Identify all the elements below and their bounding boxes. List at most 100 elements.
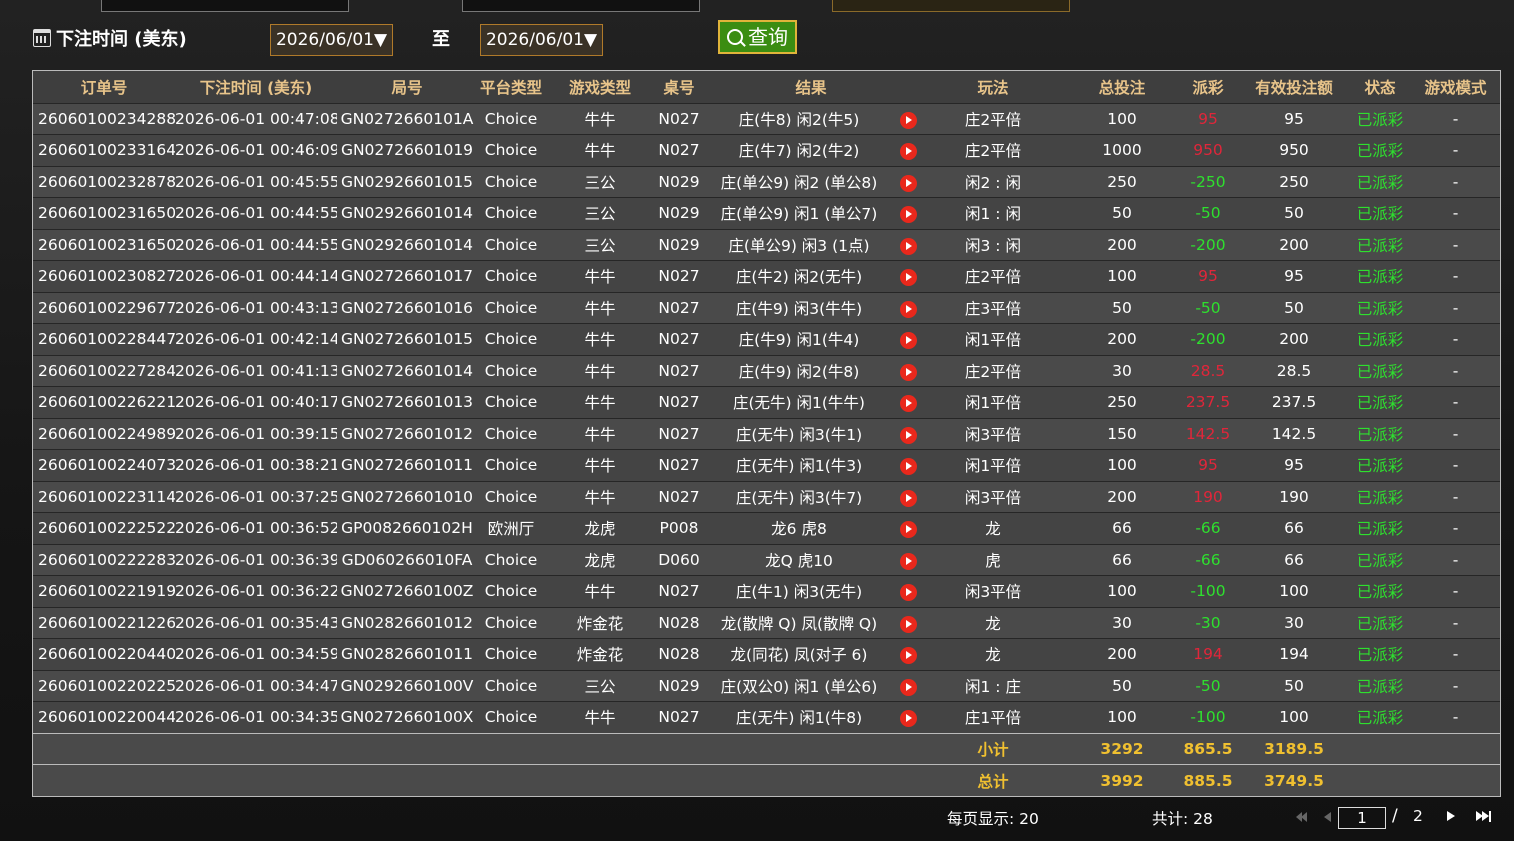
table-row: 260601002212267 2026-06-01 00:35:43 GN0282…	[33, 606, 1500, 639]
query-button[interactable]: 查询	[718, 20, 797, 54]
cell-bet: 100	[1067, 449, 1177, 481]
cell-time: 2026-06-01 00:46:09	[175, 134, 337, 166]
play-video-icon[interactable]	[900, 458, 917, 475]
cell-play: 庄2平倍	[919, 260, 1067, 292]
table-row: 260601002200441 2026-06-01 00:34:35 GN0272…	[33, 701, 1500, 733]
play-video-icon[interactable]	[900, 521, 917, 538]
play-video-icon[interactable]	[900, 363, 917, 381]
cell-table: N028	[655, 638, 703, 670]
cell-order: 260601002212267	[33, 606, 175, 639]
end-date-select[interactable]: 2026/06/01▼	[480, 24, 603, 56]
cell-result: 庄(牛1) 闲3(无牛)	[703, 575, 919, 607]
cell-mode: -	[1411, 165, 1500, 198]
play-video-icon[interactable]	[900, 678, 917, 696]
prev-page-icon[interactable]	[1324, 811, 1332, 823]
cell-table: N027	[655, 449, 703, 481]
cell-valid: 142.5	[1239, 417, 1349, 450]
cell-result: 庄(牛8) 闲2(牛5)	[703, 102, 919, 135]
play-video-icon[interactable]	[900, 111, 917, 129]
cell-payout: -200	[1177, 228, 1239, 261]
play-video-icon[interactable]	[900, 552, 917, 570]
cell-payout: 194	[1177, 638, 1239, 670]
page-number-input[interactable]: 1	[1338, 807, 1386, 829]
cell-order: 260601002328789	[33, 165, 175, 198]
cell-mode: -	[1411, 386, 1500, 418]
sum-cell	[337, 764, 477, 796]
play-video-icon[interactable]	[900, 206, 917, 223]
cell-status: 已派彩	[1349, 260, 1411, 292]
cell-valid: 950	[1239, 134, 1349, 166]
cell-result: 庄(无牛) 闲1(牛3)	[703, 449, 919, 481]
start-date-select[interactable]: 2026/06/01▼	[270, 24, 393, 56]
play-video-icon[interactable]	[900, 174, 917, 192]
play-video-icon[interactable]	[900, 710, 917, 727]
play-video-icon[interactable]	[900, 426, 917, 444]
column-header: 状态	[1349, 71, 1411, 103]
play-video-icon[interactable]	[900, 615, 917, 633]
cell-order: 260601002204403	[33, 638, 175, 670]
play-video-icon[interactable]	[900, 489, 917, 507]
cell-time: 2026-06-01 00:47:08	[175, 102, 337, 135]
cell-time: 2026-06-01 00:42:14	[175, 323, 337, 355]
cell-platform: 欧洲厅	[477, 512, 545, 544]
cell-table: N029	[655, 197, 703, 229]
cell-bet: 100	[1067, 260, 1177, 292]
calendar-icon	[33, 29, 51, 47]
sum-cell	[1349, 764, 1411, 796]
cell-round: GN02926601014	[337, 228, 477, 261]
top-input-1[interactable]	[101, 0, 349, 12]
play-video-icon[interactable]	[900, 143, 917, 160]
cell-platform: Choice	[477, 606, 545, 639]
table-row: 260601002225227 2026-06-01 00:36:52 GP0082…	[33, 512, 1500, 544]
cell-table: N029	[655, 165, 703, 198]
table-row: 260601002222833 2026-06-01 00:36:39 GD0602…	[33, 543, 1500, 576]
cell-result: 庄(牛2) 闲2(无牛)	[703, 260, 919, 292]
to-label: 至	[432, 29, 450, 50]
last-page-icon[interactable]	[1476, 810, 1490, 823]
top-input-2[interactable]	[462, 0, 700, 12]
next-page-icon[interactable]	[1447, 810, 1456, 823]
cell-play: 闲2 : 闲	[919, 165, 1067, 198]
sum-cell	[337, 732, 477, 765]
cell-payout: -50	[1177, 291, 1239, 324]
first-page-icon[interactable]	[1296, 811, 1308, 823]
cell-time: 2026-06-01 00:36:39	[175, 543, 337, 576]
cell-round: GN02726601015	[337, 323, 477, 355]
cell-round: GN02726601016	[337, 291, 477, 324]
cell-play: 庄1平倍	[919, 701, 1067, 733]
top-filter-row-cropped	[0, 0, 1514, 14]
cell-order: 260601002262217	[33, 386, 175, 418]
cell-bet: 50	[1067, 669, 1177, 702]
cell-bet: 100	[1067, 102, 1177, 135]
cell-time: 2026-06-01 00:34:35	[175, 701, 337, 733]
cell-platform: Choice	[477, 165, 545, 198]
cell-valid: 200	[1239, 228, 1349, 261]
play-video-icon[interactable]	[900, 237, 917, 255]
result-text: 庄(牛8) 闲2(牛5)	[738, 110, 860, 129]
cell-mode: -	[1411, 102, 1500, 135]
chevron-down-icon: ▼	[373, 30, 388, 50]
result-text: 庄(牛1) 闲3(无牛)	[735, 583, 863, 602]
cell-valid: 30	[1239, 606, 1349, 639]
cell-time: 2026-06-01 00:44:55	[175, 228, 337, 261]
play-video-icon[interactable]	[900, 332, 917, 349]
play-video-icon[interactable]	[900, 584, 917, 601]
cell-order: 260601002231142	[33, 480, 175, 513]
cell-order: 260601002316506	[33, 197, 175, 229]
play-video-icon[interactable]	[900, 647, 917, 664]
result-text: 庄(牛9) 闲1(牛4)	[738, 331, 860, 350]
cell-game: 牛牛	[545, 260, 655, 292]
top-select[interactable]	[832, 0, 1070, 12]
cell-order: 260601002296772	[33, 291, 175, 324]
play-video-icon[interactable]	[900, 395, 917, 412]
cell-time: 2026-06-01 00:34:47	[175, 669, 337, 702]
play-video-icon[interactable]	[900, 269, 917, 286]
column-header: 有效投注额	[1239, 71, 1349, 103]
cell-platform: Choice	[477, 575, 545, 607]
cell-time: 2026-06-01 00:36:22	[175, 575, 337, 607]
cell-payout: -100	[1177, 701, 1239, 733]
cell-platform: Choice	[477, 480, 545, 513]
play-video-icon[interactable]	[900, 300, 917, 318]
cell-bet: 200	[1067, 638, 1177, 670]
query-button-label: 查询	[748, 25, 788, 49]
